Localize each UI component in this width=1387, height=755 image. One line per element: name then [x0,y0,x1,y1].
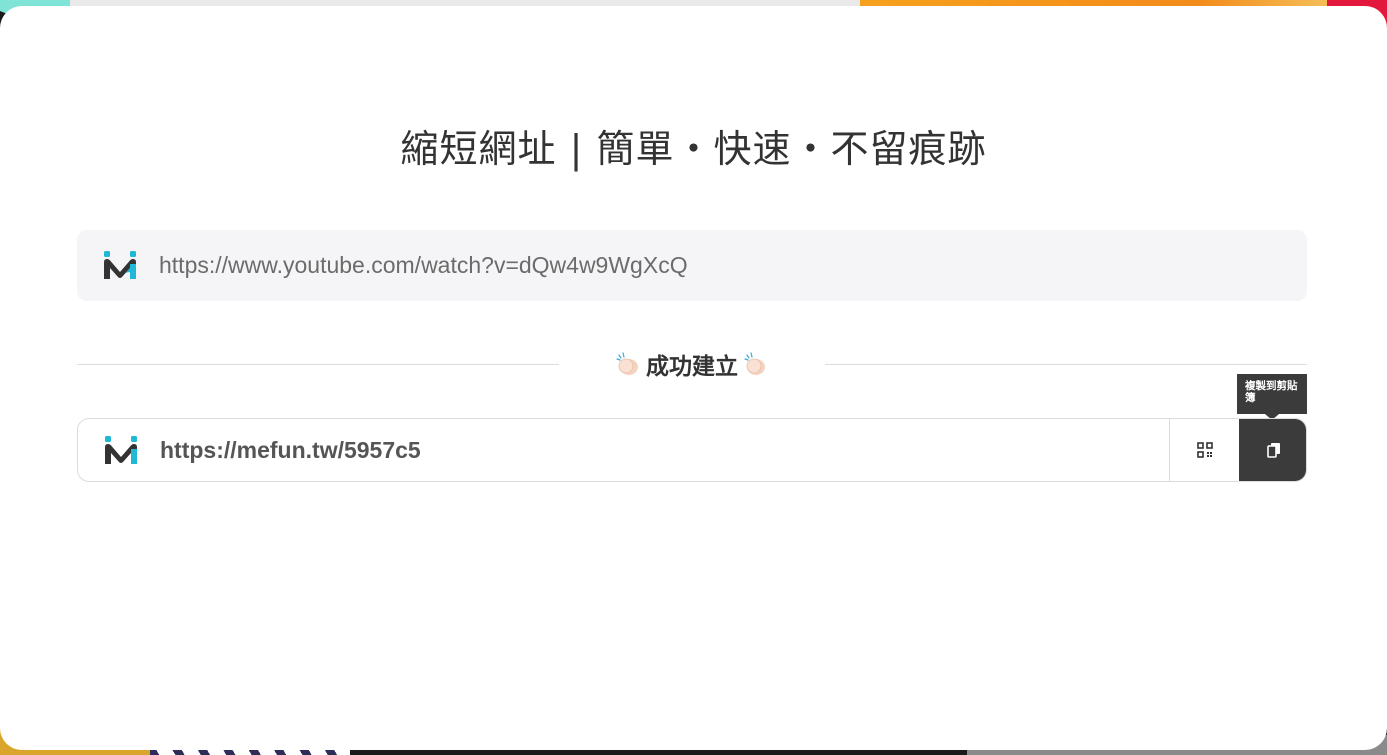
clapping-hands-icon [744,352,765,375]
success-status-label: 成功建立 [646,354,738,380]
status-divider: 成功建立 [77,342,1307,382]
copy-icon [1266,443,1280,458]
qr-code-icon [1197,442,1213,458]
short-url-result: https://mefun.tw/5957c5 [77,418,1307,482]
success-status: 成功建立 [607,342,777,386]
mefun-logo-icon [104,251,136,279]
divider-line [77,364,559,365]
qr-code-button[interactable] [1169,419,1240,481]
clapping-hands-icon [616,352,638,375]
page-title: 縮短網址 | 簡單・快速・不留痕跡 [400,127,987,171]
copy-tooltip: 複製到剪貼簿 [1237,374,1307,414]
divider-line [825,364,1307,365]
copy-button[interactable] [1239,419,1306,481]
main-card: 縮短網址 | 簡單・快速・不留痕跡 成功建立 複製 [0,6,1387,750]
short-url-text[interactable]: https://mefun.tw/5957c5 [160,419,421,481]
url-input-box [77,230,1307,301]
mefun-logo-icon [105,436,137,464]
long-url-input[interactable] [159,230,1279,301]
